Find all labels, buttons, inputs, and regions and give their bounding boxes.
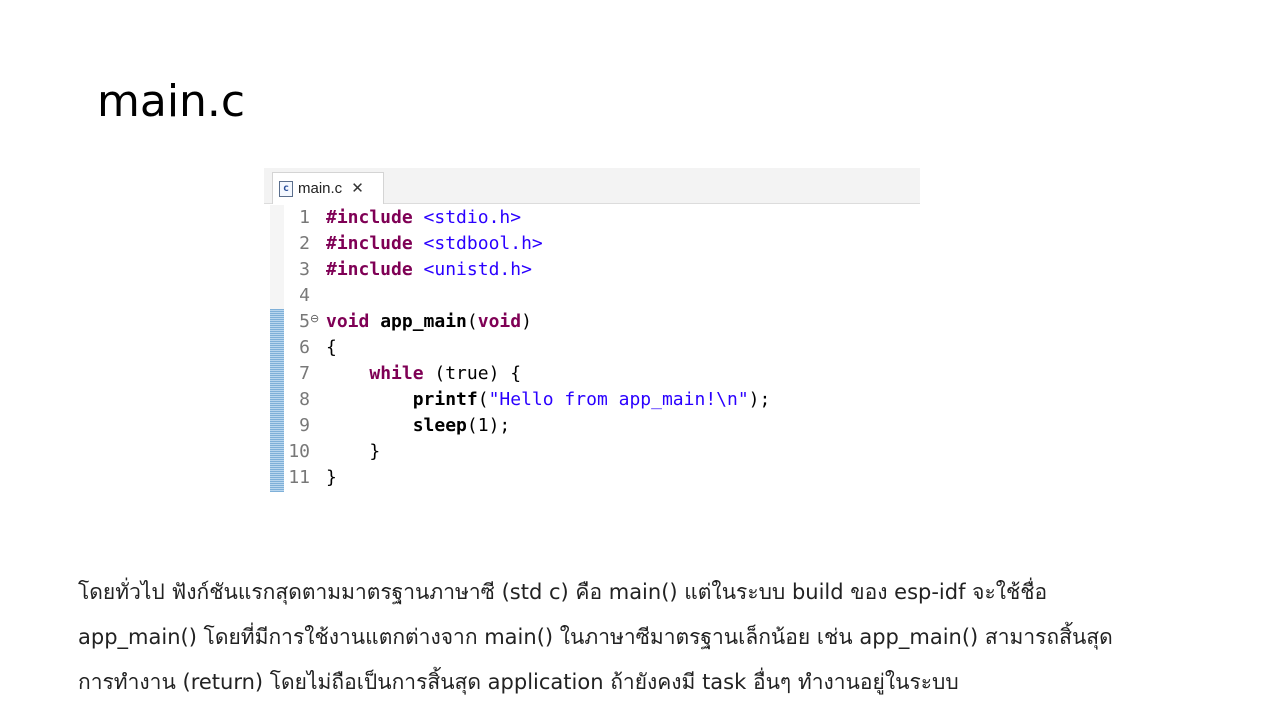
code-token: }	[326, 441, 381, 462]
code-line: 2 #include <stdbool.h>	[264, 231, 920, 257]
code-text: sleep(1);	[326, 413, 511, 439]
code-text: #include <stdio.h>	[326, 205, 521, 231]
code-token: }	[326, 467, 337, 488]
fold-collapse-icon[interactable]: ⊖	[310, 309, 319, 329]
description-paragraph: โดยทั่วไป ฟังก์ชันแรกสุดตามมาตรฐานภาษาซี…	[78, 570, 1218, 705]
editor-tab-main-c[interactable]: c main.c ✕	[272, 172, 384, 204]
code-text: while (true) {	[326, 361, 521, 387]
editor-tab-label: main.c	[298, 180, 343, 197]
code-token: <stdbool.h>	[423, 233, 543, 254]
code-text: #include <unistd.h>	[326, 257, 532, 283]
code-token: )	[521, 311, 532, 332]
code-token: #include	[326, 207, 413, 228]
code-area[interactable]: 1 #include <stdio.h> 2 #include <stdbool.h>…	[264, 205, 920, 492]
line-number: 11	[288, 467, 310, 488]
code-token: while	[369, 363, 424, 384]
code-text: #include <stdbool.h>	[326, 231, 543, 257]
code-line: 5 ⊖ void app_main(void)	[264, 309, 920, 335]
code-token: {	[326, 337, 337, 358]
c-source-file-icon: c	[279, 180, 293, 197]
code-token: <unistd.h>	[423, 259, 532, 280]
code-token: <stdio.h>	[423, 207, 522, 228]
code-text: }	[326, 465, 337, 491]
code-text: void app_main(void)	[326, 309, 532, 335]
code-line: 11}	[264, 465, 920, 491]
code-token: (1);	[466, 415, 511, 436]
code-text: printf("Hello from app_main!\n");	[326, 387, 771, 413]
line-number: 8	[299, 389, 310, 410]
line-number: 4	[299, 285, 310, 306]
editor-tab-strip: c main.c ✕	[264, 168, 920, 204]
code-token: printf	[412, 389, 478, 410]
code-line: 6{	[264, 335, 920, 361]
line-number: 7	[299, 363, 310, 384]
code-token: void	[326, 311, 370, 332]
code-token: );	[748, 389, 771, 410]
slide-title: main.c	[97, 76, 246, 127]
code-text: {	[326, 335, 337, 361]
close-icon[interactable]: ✕	[351, 181, 364, 196]
code-line: 9 sleep(1);	[264, 413, 920, 439]
code-token: "Hello from app_main!\n"	[488, 389, 749, 410]
code-text: }	[326, 439, 380, 465]
code-line: 3 #include <unistd.h>	[264, 257, 920, 283]
line-number: 10	[288, 441, 310, 462]
code-token: app_main	[380, 311, 467, 332]
line-number: 6	[299, 337, 310, 358]
code-token: #include	[326, 259, 413, 280]
code-editor-screenshot: c main.c ✕ 1 #include <stdio.h> 2 #include …	[264, 168, 920, 492]
code-token: sleep	[412, 415, 467, 436]
line-number: 3	[299, 259, 310, 280]
code-line: 4	[264, 283, 920, 309]
code-line: 10 }	[264, 439, 920, 465]
line-number: 2	[299, 233, 310, 254]
description-line: การทำงาน (return) โดยไม่ถือเป็นการสิ้นสุ…	[78, 670, 959, 694]
line-number: 1	[299, 207, 310, 228]
code-line: 7 while (true) {	[264, 361, 920, 387]
line-number: 5	[299, 311, 310, 332]
description-line: app_main() โดยที่มีการใช้งานแตกต่างจาก m…	[78, 625, 1113, 649]
code-token: void	[477, 311, 522, 332]
code-token: (	[466, 311, 478, 332]
code-line: 8 printf("Hello from app_main!\n");	[264, 387, 920, 413]
description-line: โดยทั่วไป ฟังก์ชันแรกสุดตามมาตรฐานภาษาซี…	[78, 580, 1048, 604]
code-token: (true) {	[423, 363, 522, 384]
code-line: 1 #include <stdio.h>	[264, 205, 920, 231]
code-token: #include	[326, 233, 413, 254]
code-token: (	[477, 389, 489, 410]
line-number: 9	[299, 415, 310, 436]
